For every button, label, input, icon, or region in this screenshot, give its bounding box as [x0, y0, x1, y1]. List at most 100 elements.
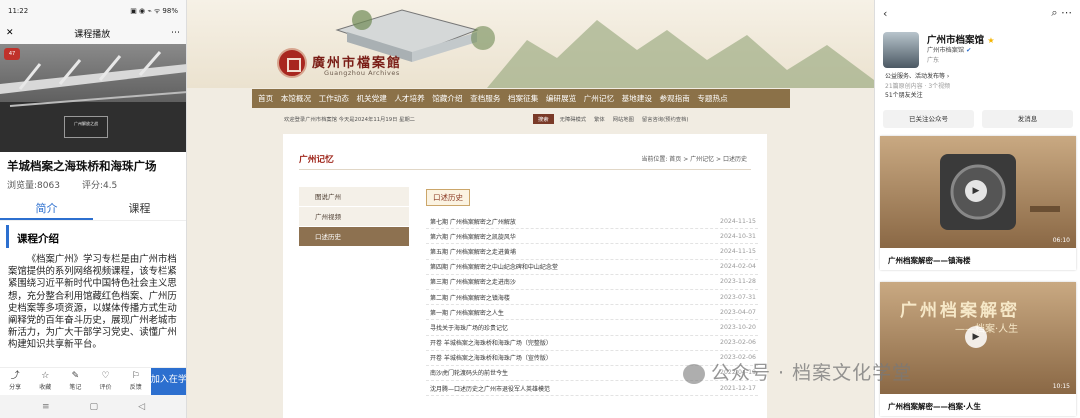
list-item[interactable]: 第三期 广州档案解密之走进南沙 2023-11-28: [426, 275, 758, 290]
nav-topics[interactable]: 专题热点: [697, 93, 727, 104]
item-title[interactable]: 寻找关于海珠广场的珍贵记忆: [430, 323, 508, 332]
main-nav: 首页 本馆概况 工作动态 机关党建 人才培养 馆藏介绍 查档服务 档案征集 编研…: [252, 89, 790, 108]
account-subtitle-row: 广州市档案馆 ✔: [927, 45, 971, 54]
nav-query[interactable]: 查档服务: [470, 93, 500, 104]
section-heading: 课程介绍: [6, 225, 186, 248]
nav-news[interactable]: 工作动态: [319, 93, 349, 104]
side-item-pictures[interactable]: 图说广州: [299, 187, 409, 207]
share-button[interactable]: ⤴ 分享: [0, 368, 30, 395]
content-count: 21篇原创内容 · 3个视频: [885, 82, 951, 90]
nav-collection[interactable]: 馆藏介绍: [432, 93, 462, 104]
rate-label: 评价: [99, 384, 112, 391]
right-phone-screen: ‹ ⌕ ⋯ 广州市档案馆 ★ 广州市档案馆 ✔ 广东 公益服务、活动发布等 › …: [874, 0, 1080, 418]
item-date: 2023-04-07: [720, 308, 756, 316]
item-title[interactable]: 第三期 广州档案解密之走进南沙: [430, 277, 516, 286]
sitemap-link[interactable]: 网站地图: [613, 115, 634, 123]
account-description: 公益服务、活动发布等 › 21篇原创内容 · 3个视频 51个朋友关注: [885, 72, 950, 101]
video-caption: 广州解放之战: [64, 116, 108, 138]
rate-button[interactable]: ♡ 评价: [90, 368, 120, 395]
item-title[interactable]: 第六期 广州档案解密之凯旋风华: [430, 232, 516, 241]
tab-intro[interactable]: 简介: [0, 199, 93, 220]
close-icon[interactable]: ✕: [6, 28, 14, 38]
nav-memory[interactable]: 广州记忆: [584, 93, 614, 104]
item-date: 2023-10-20: [720, 323, 756, 331]
item-title[interactable]: 第二期 广州档案解密之镇海楼: [430, 293, 510, 302]
favorite-button[interactable]: ☆ 收藏: [30, 368, 60, 395]
share-label: 分享: [9, 384, 22, 391]
item-title[interactable]: 第四期 广州档案解密之中山纪念碑和中山纪念堂: [430, 262, 558, 271]
list-item[interactable]: 第四期 广州档案解密之中山纪念碑和中山纪念堂 2024-02-04: [426, 260, 758, 275]
play-icon[interactable]: ▶: [965, 180, 987, 202]
video-thumbnail[interactable]: ▶ 06:10: [880, 136, 1076, 248]
site-banner: 廣州市檔案館 Guangzhou Archives: [187, 0, 874, 88]
nav-guide[interactable]: 参观指南: [659, 93, 689, 104]
item-title[interactable]: 开卷 羊城档案之海珠桥和海珠广场（完整版）: [430, 338, 552, 347]
list-item[interactable]: 寻找关于海珠广场的珍贵记忆 2023-10-20: [426, 320, 758, 336]
nav-talent[interactable]: 人才培养: [394, 93, 424, 104]
item-title[interactable]: 第五期 广州档案解密之走进黄埔: [430, 247, 516, 256]
side-item-oral-history[interactable]: 口述历史: [299, 227, 409, 247]
list-item[interactable]: 开卷 羊城档案之海珠桥和海珠广场（完整版） 2023-02-06: [426, 336, 758, 351]
search-button[interactable]: 搜索: [532, 114, 554, 124]
side-menu: 图说广州 广州视频 口述历史: [299, 187, 409, 247]
message-button[interactable]: 发消息: [982, 110, 1073, 128]
heart-icon: ♡: [101, 371, 110, 381]
list-item[interactable]: 第六期 广州档案解密之凯旋风华 2024-10-31: [426, 229, 758, 245]
item-title[interactable]: 南沙虎门轮渡码头的前世今生: [430, 368, 508, 377]
nav-overview[interactable]: 本馆概况: [281, 93, 311, 104]
back-key-icon[interactable]: ◁: [138, 402, 145, 412]
course-tabs: 简介 课程: [0, 199, 186, 221]
list-heading: 口述历史: [426, 189, 470, 206]
nav-party[interactable]: 机关党建: [356, 93, 386, 104]
nav-exhibit[interactable]: 编研展览: [546, 93, 576, 104]
feedback-button[interactable]: ⚐ 反馈: [121, 368, 151, 395]
back-icon[interactable]: ‹: [883, 7, 887, 20]
list-item[interactable]: 第七期 广州档案解密之广州解放 2024-11-15: [426, 214, 758, 230]
share-icon: ⤴: [10, 371, 20, 381]
traditional-link[interactable]: 繁体: [594, 115, 605, 123]
consult-link[interactable]: 留言咨询(预约查档): [642, 115, 689, 123]
nav-collect[interactable]: 档案征集: [508, 93, 538, 104]
note-button[interactable]: ✎ 笔记: [60, 368, 90, 395]
list-item[interactable]: 第二期 广州档案解密之镇海楼 2023-07-31: [426, 290, 758, 306]
tab-course[interactable]: 课程: [93, 199, 186, 220]
bottom-action-bar: ⤴ 分享 ☆ 收藏 ✎ 笔记 ♡ 评价 ⚐ 反馈 加入在学: [0, 367, 186, 395]
section-title: 广州记忆: [299, 155, 334, 165]
item-title[interactable]: 沈月腾—口述历史之广州市退役军人英雄模范: [430, 384, 550, 393]
service-link[interactable]: 公益服务、活动发布等 ›: [885, 72, 950, 82]
site-subtitle: Guangzhou Archives: [324, 69, 400, 77]
nav-base[interactable]: 基地建设: [622, 93, 652, 104]
list-item[interactable]: 第一期 广州档案解密之人生 2023-04-07: [426, 305, 758, 321]
search-more-icon[interactable]: ⌕ ⋯: [1051, 6, 1072, 20]
watermark-text: 公众号 · 档案文化学堂: [711, 362, 913, 384]
item-title[interactable]: 第七期 广州档案解密之广州解放: [430, 217, 516, 226]
account-top-bar: ‹ ⌕ ⋯: [875, 0, 1080, 26]
view-count: 浏览量:8063: [7, 181, 60, 191]
more-icon[interactable]: ⋯: [171, 28, 180, 38]
side-item-videos[interactable]: 广州视频: [299, 207, 409, 227]
friends-following[interactable]: 51个朋友关注: [885, 91, 950, 101]
system-nav-bar: ≡ ▢ ◁: [0, 395, 186, 418]
video-title[interactable]: 广州档案解密——档案·人生: [880, 394, 1076, 416]
status-bar: 11:22 ▣ ◉ ⌁ ᯤ 98%: [0, 0, 186, 22]
course-nav-bar: ✕ 课程播放 ⋯: [0, 22, 186, 44]
item-title[interactable]: 第一期 广州档案解密之人生: [430, 308, 504, 317]
note-label: 笔记: [69, 384, 82, 391]
video-title[interactable]: 广州档案解密——镇海楼: [880, 248, 1076, 270]
video-player[interactable]: 47 广州解放之战: [0, 44, 186, 152]
item-title[interactable]: 开卷 羊城档案之海珠桥和海珠广场（宣传版）: [430, 353, 552, 362]
avatar: [883, 32, 919, 68]
menu-key-icon[interactable]: ≡: [42, 402, 50, 412]
nav-home[interactable]: 首页: [258, 93, 273, 104]
video-card[interactable]: ▶ 06:10 广州档案解密——镇海楼: [880, 136, 1076, 270]
item-date: 2024-10-31: [720, 232, 756, 240]
play-icon[interactable]: ▶: [965, 326, 987, 348]
followed-button[interactable]: 已关注公众号: [883, 110, 974, 128]
star-icon: ☆: [41, 371, 50, 381]
list-item[interactable]: 第五期 广州档案解密之走进黄埔 2024-11-15: [426, 244, 758, 260]
info-bar: 欢迎登录广州市档案馆 今天是2024年11月19日 星期二 搜索 无障碍模式 繁…: [284, 113, 756, 125]
video-card[interactable]: 广州档案解密 ——档案·人生 ▶ 10:15 广州档案解密——档案·人生: [880, 282, 1076, 416]
accessibility-link[interactable]: 无障碍模式: [560, 115, 587, 123]
join-study-button[interactable]: 加入在学: [150, 368, 186, 395]
home-key-icon[interactable]: ▢: [90, 402, 99, 412]
